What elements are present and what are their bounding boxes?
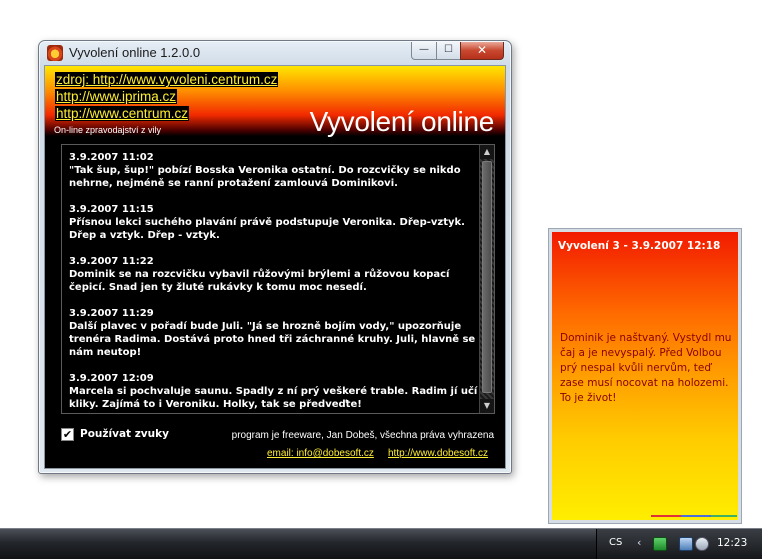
news-date: 3.9.2007 12:09	[69, 373, 154, 384]
notification-popup[interactable]: Vyvolení 3 - 3.9.2007 12:18 Dominik je n…	[548, 228, 742, 524]
news-text: Marcela si pochvaluje saunu. Spadly z ní…	[69, 386, 478, 410]
popup-message: Dominik je naštvaný. Vystydl mu čaj a je…	[560, 332, 732, 404]
minimize-button[interactable]: —	[411, 42, 437, 60]
news-text: Dominik se na rozcvičku vybavil růžovými…	[69, 269, 450, 293]
copyright-text: program je freeware, Jan Dobeš, všechna …	[231, 430, 494, 441]
news-item: 3.9.2007 11:22 Dominik se na rozcvičku v…	[69, 255, 479, 294]
sound-checkbox[interactable]: ✔	[61, 428, 74, 441]
language-indicator[interactable]: CS	[609, 537, 622, 548]
news-item: 3.9.2007 12:09 Marcela si pochvaluje sau…	[69, 372, 479, 411]
header-banner: zdroj: http://www.vyvoleni.centrum.cz ht…	[45, 66, 505, 137]
news-text: Přísnou lekci suchého plavání právě pods…	[69, 217, 465, 241]
iprima-link[interactable]: http://www.iprima.cz	[55, 89, 178, 104]
news-item: 3.9.2007 11:29 Další plavec v pořadí bud…	[69, 307, 479, 359]
main-window: Vyvolení online 1.2.0.0 — ☐ ✕ zdroj: htt…	[38, 40, 512, 474]
scroll-thumb[interactable]	[482, 161, 492, 393]
sound-checkbox-label[interactable]: Používat zvuky	[80, 428, 169, 440]
news-item: 3.9.2007 11:02 "Tak šup, šup!" pobízí Bo…	[69, 151, 479, 190]
email-link[interactable]: email: info@dobesoft.cz	[267, 448, 374, 459]
app-icon	[47, 45, 63, 61]
popup-accent-bar	[711, 515, 737, 517]
news-date: 3.9.2007 11:15	[69, 204, 154, 215]
news-list: 3.9.2007 11:02 "Tak šup, šup!" pobízí Bo…	[69, 151, 479, 413]
news-text: "Tak šup, šup!" pobízí Bosska Veronika o…	[69, 165, 461, 189]
source-link[interactable]: zdroj: http://www.vyvoleni.centrum.cz	[55, 72, 279, 87]
scroll-down-arrow-icon[interactable]: ▼	[480, 399, 494, 413]
client-area: zdroj: http://www.vyvoleni.centrum.cz ht…	[44, 65, 506, 469]
popup-accent-bar	[651, 515, 681, 517]
news-scrollbar[interactable]: ▲ ▼	[479, 145, 494, 413]
taskbar: CS ‹ 12:23	[0, 528, 762, 559]
window-title: Vyvolení online 1.2.0.0	[69, 45, 201, 60]
news-panel[interactable]: 3.9.2007 11:02 "Tak šup, šup!" pobízí Bo…	[61, 144, 495, 414]
news-text: Další plavec v pořadí bude Juli. "Já se …	[69, 321, 476, 358]
centrum-link[interactable]: http://www.centrum.cz	[55, 106, 190, 121]
volume-icon[interactable]	[695, 537, 709, 551]
news-date: 3.9.2007 11:02	[69, 152, 154, 163]
close-button[interactable]: ✕	[460, 42, 504, 60]
system-tray: CS ‹ 12:23	[596, 529, 762, 559]
popup-title: Vyvolení 3 - 3.9.2007 12:18	[558, 240, 721, 252]
app-title: Vyvolení online	[309, 106, 495, 137]
maximize-button[interactable]: ☐	[436, 42, 461, 60]
popup-body: Vyvolení 3 - 3.9.2007 12:18 Dominik je n…	[552, 232, 738, 520]
news-date: 3.9.2007 11:22	[69, 256, 154, 267]
title-bar[interactable]: Vyvolení online 1.2.0.0 — ☐ ✕	[39, 41, 511, 65]
tray-expand-chevron-icon[interactable]: ‹	[637, 536, 641, 549]
tagline: On-line zpravodajství z vily	[54, 125, 162, 135]
news-date: 3.9.2007 11:29	[69, 308, 154, 319]
network-icon[interactable]	[679, 537, 693, 551]
website-link[interactable]: http://www.dobesoft.cz	[388, 448, 488, 459]
clock[interactable]: 12:23	[717, 537, 747, 549]
app-tray-icon[interactable]	[653, 537, 667, 551]
popup-accent-bar	[681, 515, 711, 517]
scroll-up-arrow-icon[interactable]: ▲	[480, 145, 494, 159]
news-item: 3.9.2007 11:15 Přísnou lekci suchého pla…	[69, 203, 479, 242]
